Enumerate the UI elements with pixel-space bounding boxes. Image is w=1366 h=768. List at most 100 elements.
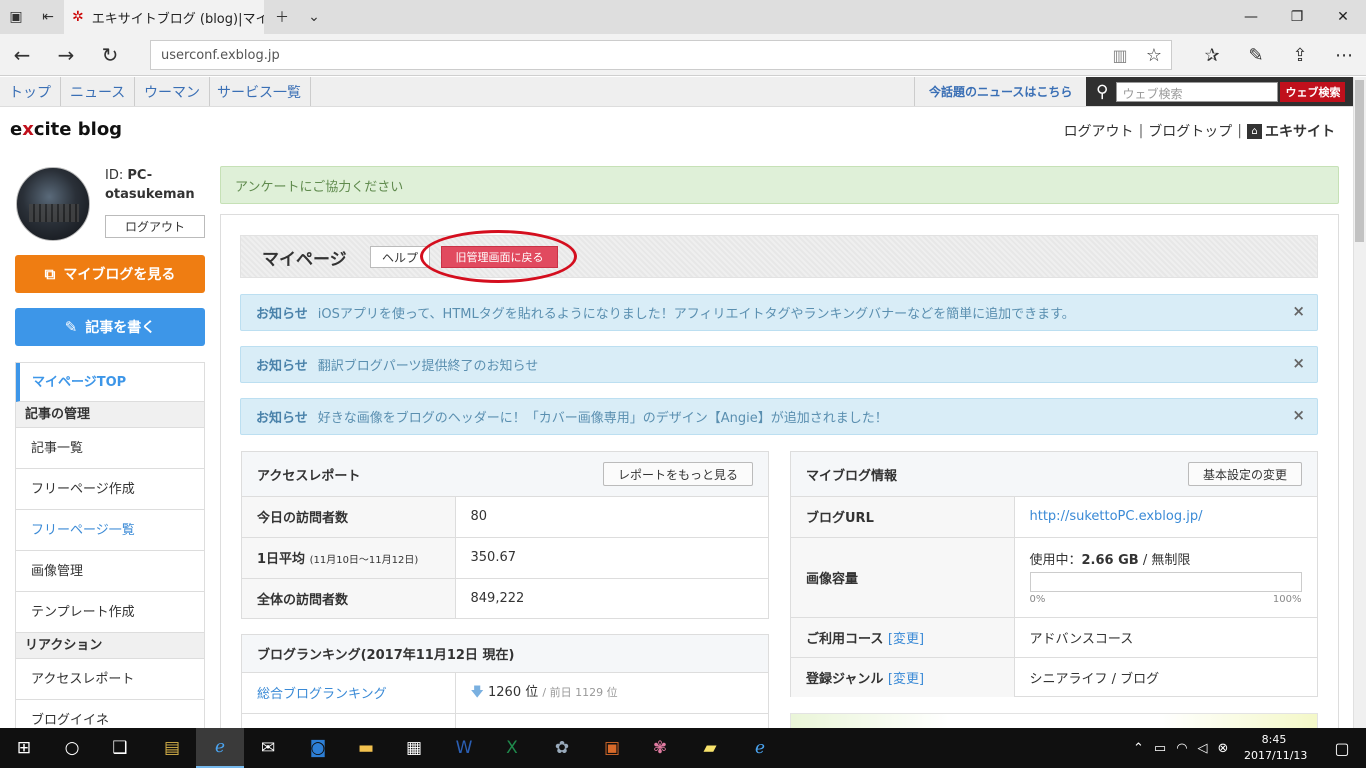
toolbox-icon[interactable]: ▣ <box>588 728 636 768</box>
excite-favicon-icon: ✲ <box>72 9 84 25</box>
refresh-icon[interactable]: ↻ <box>88 34 132 76</box>
web-search-button[interactable]: ウェブ検索 <box>1280 81 1346 102</box>
notice-close-icon[interactable]: × <box>1292 406 1305 424</box>
cortana-search-icon[interactable]: ○ <box>48 728 96 768</box>
address-bar[interactable]: userconf.exblog.jp ▥ ☆ <box>150 40 1172 70</box>
header-blog-top-link[interactable]: ブログトップ <box>1148 121 1232 141</box>
web-search-input[interactable]: ウェブ検索 <box>1116 81 1279 102</box>
site-nav-services[interactable]: サービス一覧 <box>208 77 311 106</box>
sidebar-item-create-free-page[interactable]: フリーページ作成 <box>16 469 204 510</box>
genre-change-link[interactable]: [変更] <box>888 672 924 687</box>
notice-label: お知らせ <box>256 307 308 322</box>
scrollbar-thumb[interactable] <box>1355 80 1364 242</box>
share-icon[interactable]: ⇪ <box>1278 34 1322 76</box>
battery-icon[interactable]: ▭ <box>1154 741 1166 756</box>
sidebar-item-free-page-list[interactable]: フリーページ一覧 <box>16 510 204 551</box>
notice-close-icon[interactable]: × <box>1292 354 1305 372</box>
windows-taskbar: ⊞ ○ ❑ ▤ ℯ ✉ ◙ ▬ ▦ W X ✿ ▣ ✾ ▰ ℯ ⌃ ▭ ◠ ◁ … <box>0 728 1366 768</box>
action-center-icon[interactable]: ▢ <box>1318 728 1366 768</box>
sync-error-icon[interactable]: ⊗ <box>1218 741 1229 756</box>
window-close-icon[interactable]: ✕ <box>1320 0 1366 34</box>
back-arrow-icon[interactable]: ← <box>0 34 44 76</box>
user-id-label: ID: <box>105 168 124 183</box>
taskbar-clock[interactable]: 8:45 2017/11/13 <box>1244 732 1307 764</box>
access-report-box: アクセスレポート レポートをもっと見る 今日の訪問者数 80 1日平均 (11月… <box>241 451 769 619</box>
notice-cover-design: お知らせ 好きな画像をブログのヘッダーに！「カバー画像専用」のデザイン【Angi… <box>240 398 1318 435</box>
survey-banner[interactable]: アンケートにご協力ください <box>220 166 1339 204</box>
site-global-nav: トップ ニュース ウーマン サービス一覧 今話題のニュースはこちら ⚲ ウェブ検… <box>0 77 1353 107</box>
blog-url-link[interactable]: http://sukettoPC.exblog.jp/ <box>1030 509 1203 524</box>
sidebar-logout-button[interactable]: ログアウト <box>105 215 205 238</box>
minimize-icon[interactable]: — <box>1228 0 1274 34</box>
sidebar-item-blog-iine[interactable]: ブログイイネ <box>16 700 204 728</box>
notice-label: お知らせ <box>256 359 308 374</box>
sidebar-group-article-management: 記事の管理 <box>16 402 204 428</box>
red-annotation-circle <box>420 230 577 283</box>
basic-settings-button[interactable]: 基本設定の変更 <box>1187 462 1302 486</box>
wifi-icon[interactable]: ◠ <box>1176 741 1187 756</box>
file-manager-app-icon[interactable]: ▤ <box>148 728 196 768</box>
new-tab-icon[interactable]: ＋ <box>266 0 298 34</box>
access-report-table: 今日の訪問者数 80 1日平均 (11月10日〜11月12日) 350.67 全… <box>242 497 768 618</box>
promo-banner-partial[interactable] <box>790 713 1318 728</box>
sidebar-item-create-template[interactable]: テンプレート作成 <box>16 592 204 633</box>
set-aside-tabs-icon[interactable]: ⇤ <box>32 0 64 34</box>
forward-arrow-icon[interactable]: → <box>44 34 88 76</box>
header-excite-link[interactable]: エキサイト <box>1265 121 1335 141</box>
header-separator: | <box>1138 123 1144 139</box>
course-change-link[interactable]: [変更] <box>888 632 924 647</box>
site-nav-woman[interactable]: ウーマン <box>135 77 210 106</box>
site-nav-news[interactable]: ニュース <box>61 77 136 106</box>
edge-browser-icon[interactable]: ℯ <box>196 728 244 768</box>
down-arrow-icon: 🡇 <box>470 684 484 700</box>
genre-value: シニアライフ / ブログ <box>1014 656 1317 697</box>
store-icon[interactable]: ▦ <box>390 728 438 768</box>
table-row: 登録ジャンル [変更] シニアライフ / ブログ <box>791 656 1317 697</box>
overall-ranking-link[interactable]: 総合ブログランキング <box>257 687 387 702</box>
notice-text[interactable]: 好きな画像をブログのヘッダーに！「カバー画像専用」のデザイン【Angie】が追加… <box>318 407 888 426</box>
more-menu-icon[interactable]: ⋯ <box>1322 34 1366 76</box>
write-article-button[interactable]: ✎ 記事を書く <box>15 308 205 346</box>
favorites-hub-icon[interactable]: ✰ <box>1190 34 1234 76</box>
tray-chevron-up-icon[interactable]: ⌃ <box>1133 741 1144 756</box>
excel-icon[interactable]: X <box>488 728 536 768</box>
folder-icon[interactable]: ▬ <box>342 728 390 768</box>
notice-close-icon[interactable]: × <box>1292 302 1305 320</box>
excite-blog-logo[interactable]: excite blog <box>10 119 122 140</box>
reading-view-icon[interactable]: ▥ <box>1103 46 1137 65</box>
sidebar-item-access-report[interactable]: アクセスレポート <box>16 659 204 700</box>
internet-explorer-icon[interactable]: ℯ <box>736 728 784 768</box>
tab-preview-chevron-icon[interactable]: ⌄ <box>298 0 330 34</box>
table-row: ご利用コース [変更] アドバンスコース <box>791 616 1317 657</box>
task-view-icon[interactable]: ❑ <box>96 728 144 768</box>
trending-news-link[interactable]: 今話題のニュースはこちら <box>914 77 1086 106</box>
restore-icon[interactable]: ❐ <box>1274 0 1320 34</box>
paint-palette-icon[interactable]: ✾ <box>636 728 684 768</box>
sticky-notes-icon[interactable]: ▰ <box>686 728 734 768</box>
notice-text[interactable]: iOSアプリを使って、HTMLタグを貼れるようになりました！アフィリエイトタグや… <box>318 303 1075 322</box>
view-my-blog-label: マイブログを見る <box>63 267 176 283</box>
sidebar-item-mypage-top[interactable]: マイページTOP <box>16 363 204 402</box>
notice-text[interactable]: 翻訳ブログパーツ提供終了のお知らせ <box>318 355 538 374</box>
site-nav-top[interactable]: トップ <box>0 77 61 106</box>
course-label: ご利用コース [変更] <box>791 616 1015 657</box>
sidebar-item-image-management[interactable]: 画像管理 <box>16 551 204 592</box>
browser-tab-active[interactable]: ✲ エキサイトブログ (blog)|マイ ✕ <box>64 0 264 34</box>
favorite-star-icon[interactable]: ☆ <box>1137 45 1171 66</box>
header-logout-link[interactable]: ログアウト <box>1064 121 1134 141</box>
blog-url-label: ブログURL <box>791 497 1015 537</box>
paint-icon[interactable]: ✿ <box>538 728 586 768</box>
view-my-blog-button[interactable]: ⧉ マイブログを見る <box>15 255 205 293</box>
user-id: ID: PC-otasukeman <box>105 166 215 204</box>
more-report-button[interactable]: レポートをもっと見る <box>602 462 753 486</box>
search-icon: ⚲ <box>1096 81 1109 102</box>
access-report-title: アクセスレポート <box>257 468 361 484</box>
mail-icon[interactable]: ✉ <box>244 728 292 768</box>
outlook-icon[interactable]: ◙ <box>294 728 342 768</box>
sidebar-item-article-list[interactable]: 記事一覧 <box>16 428 204 469</box>
volume-icon[interactable]: ◁ <box>1198 741 1208 756</box>
tab-manager-icon[interactable]: ▣ <box>0 0 32 34</box>
web-note-pen-icon[interactable]: ✎ <box>1234 34 1278 76</box>
start-windows-icon[interactable]: ⊞ <box>0 728 48 768</box>
word-icon[interactable]: W <box>440 728 488 768</box>
